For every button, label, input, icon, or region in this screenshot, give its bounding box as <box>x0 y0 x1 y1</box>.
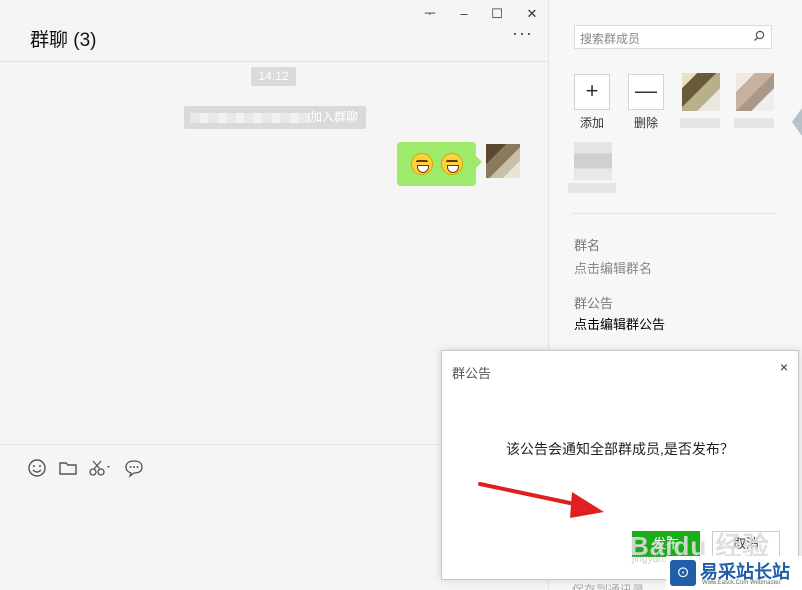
site-logo-icon: ⊙ <box>670 560 696 586</box>
chat-bubble-icon[interactable] <box>123 458 145 478</box>
chat-titlebar: 群聊 (3) ··· ᅮ – ☐ ✕ <box>0 0 549 62</box>
member-avatar[interactable] <box>682 73 720 111</box>
maximize-button[interactable]: ☐ <box>486 4 508 24</box>
pin-window-button[interactable]: ᅮ <box>419 4 441 24</box>
group-notice-label: 群公告 <box>574 296 614 311</box>
member-avatar[interactable] <box>574 142 612 180</box>
add-member-label: 添加 <box>579 116 604 130</box>
site-badge: ⊙ 易采站长站 Www.Easck.Com Webmaster <box>666 556 802 590</box>
dialog-title: 群公告 <box>452 366 492 381</box>
grin-emoji-icon <box>440 153 463 175</box>
member-name-blurred <box>568 183 616 193</box>
message-bubble[interactable] <box>397 142 482 186</box>
site-subtitle: Www.Easck.Com Webmaster <box>702 580 781 586</box>
remove-icon: — <box>628 74 664 110</box>
close-icon[interactable]: × <box>780 359 788 375</box>
add-member-button[interactable]: + 添加 <box>574 74 610 131</box>
chat-title: 群聊 (3) <box>30 30 97 51</box>
avatar[interactable] <box>486 144 520 178</box>
blurred-member-names <box>190 113 310 123</box>
panel-collapse-icon[interactable] <box>792 108 802 136</box>
search-placeholder: 搜索群成员 <box>580 32 641 46</box>
cancel-button[interactable]: 取消 <box>712 531 780 557</box>
group-name-label: 群名 <box>574 238 601 253</box>
divider <box>572 213 776 214</box>
scissors-icon[interactable] <box>88 458 114 478</box>
folder-icon[interactable] <box>57 458 79 478</box>
add-icon: + <box>574 74 610 110</box>
member-avatar[interactable] <box>736 73 774 111</box>
group-notice-field[interactable]: 点击编辑群公告 <box>574 314 665 333</box>
member-name-blurred <box>680 118 720 128</box>
save-to-contacts-label[interactable]: 保存到通讯录 <box>572 581 644 590</box>
search-icon[interactable] <box>753 30 765 42</box>
more-options-button[interactable]: ··· <box>512 24 533 42</box>
annotation-arrow-icon <box>478 482 604 518</box>
group-name-field[interactable]: 点击编辑群名 <box>574 258 652 277</box>
system-message-text: 加入群聊 <box>310 110 359 124</box>
grin-emoji-icon <box>410 153 433 175</box>
close-window-button[interactable]: ✕ <box>521 4 543 24</box>
emoji-icon[interactable] <box>26 458 48 478</box>
dialog-message: 该公告会通知全部群成员,是否发布？ <box>506 441 734 457</box>
notice-confirm-dialog: 群公告 × 该公告会通知全部群成员,是否发布？ 发布 取消 Baidu 经验 j… <box>441 350 799 580</box>
system-message: 加入群聊 <box>184 106 366 129</box>
remove-member-button[interactable]: — 删除 <box>628 74 664 131</box>
remove-member-label: 删除 <box>633 116 658 130</box>
message-timestamp: 14:12 <box>251 67 296 86</box>
member-name-blurred <box>734 118 774 128</box>
member-search-input[interactable]: 搜索群成员 <box>574 25 772 49</box>
minimize-button[interactable]: – <box>453 4 475 24</box>
